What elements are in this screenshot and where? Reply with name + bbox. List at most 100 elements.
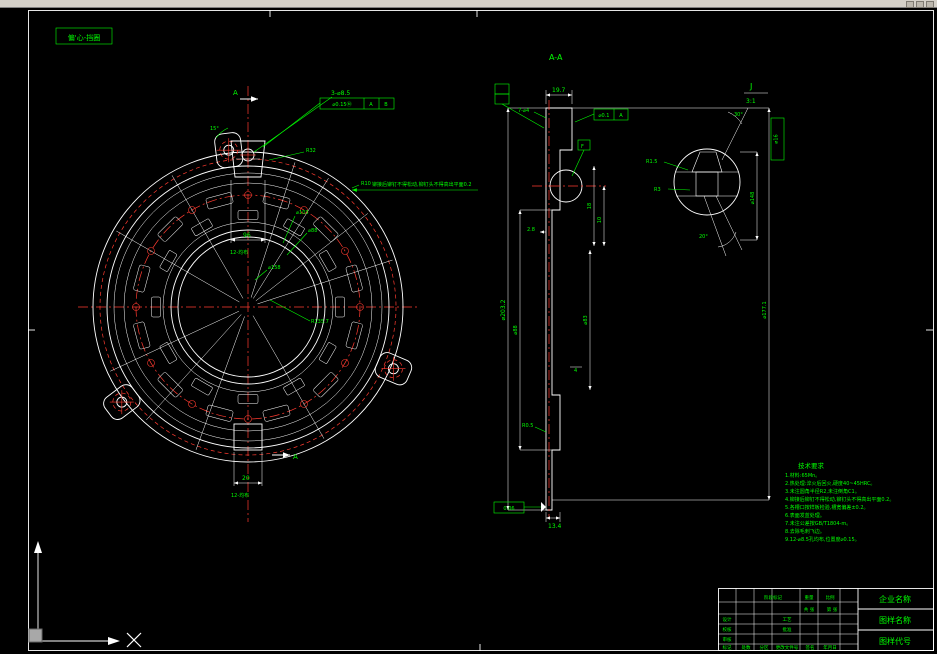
spoke-line	[252, 315, 325, 439]
friction-pad	[262, 404, 291, 422]
note-line: 5.各槽口按样板检验,槽宽偏差±0.2。	[785, 504, 869, 511]
company-name: 企业名称	[879, 594, 911, 604]
note-line: 2.热处理:淬火后回火,硬度40~45HRC。	[785, 480, 875, 487]
tb-cell: 签名	[806, 644, 815, 651]
friction-pad	[345, 264, 363, 293]
tb-cell: 比例	[826, 594, 835, 601]
dim-label: 20	[242, 475, 250, 482]
slot	[159, 342, 177, 364]
fcf-value: 0.06	[503, 506, 514, 512]
tb-cell: 更改文件号	[776, 644, 799, 651]
friction-pad	[157, 216, 183, 242]
dim-label: ⌀158	[268, 265, 281, 271]
window-titlebar	[0, 0, 937, 8]
dim-label: 12-均布	[231, 492, 249, 499]
note-line: 4.铆接后铆钉不得松动,铆钉头不得高出平面0.2。	[785, 496, 894, 503]
note-line: 1.材料:65Mn。	[785, 472, 820, 479]
model-space-marker	[28, 628, 43, 643]
tb-cell: 处数	[742, 644, 751, 651]
spoke-line	[116, 230, 240, 303]
crosshair-cursor	[126, 632, 142, 648]
friction-pad	[205, 404, 234, 422]
fcf-datum: A	[369, 102, 373, 108]
detail-title: J	[749, 82, 752, 91]
fcf-datum: A	[619, 113, 623, 119]
fcf-value: ⌀0.1	[599, 113, 610, 119]
friction-pad	[133, 321, 151, 350]
dim-label: ⌀103	[296, 210, 309, 216]
dim-label: R135.7	[311, 319, 329, 325]
friction-pad	[262, 192, 291, 210]
section-title: A-A	[549, 53, 563, 62]
tb-cell: 标记	[723, 644, 732, 651]
drawing-name: 图样名称	[879, 615, 911, 625]
fcf-datum: B	[384, 102, 388, 108]
tb-cell: 设计	[723, 616, 732, 623]
dim-label: R3	[654, 187, 661, 193]
spoke-line	[146, 314, 242, 421]
view-label-box: 偏'心-挡圈	[55, 27, 113, 45]
friction-pad	[133, 264, 151, 293]
dim-label: 15°	[210, 126, 219, 132]
dim-label: 96	[243, 232, 251, 239]
minimize-button[interactable]	[906, 1, 914, 8]
dim-label: 18	[587, 203, 593, 209]
dim-label: 19.7	[552, 87, 566, 94]
ucs-icon	[34, 541, 120, 645]
dim-label: 13.4	[548, 523, 562, 530]
friction-pad	[157, 372, 183, 398]
drawing-code: 图样代号	[879, 636, 911, 646]
tb-cell: 工艺	[783, 617, 792, 623]
cad-viewport[interactable]: 偏'心-挡圈 A A 3-⌀8.5 ⌀0.15Ⓜ A B R32 R10 铆接后…	[0, 0, 937, 654]
dim-label: 10	[597, 217, 603, 223]
technical-notes: 技术要求 1.材料:65Mn。 2.热处理:淬火后回火,硬度40~45HRC。 …	[785, 461, 894, 543]
front-view: A A 3-⌀8.5 ⌀0.15Ⓜ A B R32 R10 铆接后铆钉不得松动,…	[78, 86, 478, 522]
tb-cell: 第 张	[827, 606, 838, 613]
dim-label: R0.5	[522, 423, 533, 429]
tb-cell: 分区	[760, 644, 769, 651]
drawing-frame	[28, 10, 934, 651]
dim-label: R10	[361, 181, 371, 187]
friction-pad	[313, 372, 339, 398]
note-line: 6.表面发蓝处理。	[785, 512, 825, 519]
spoke-line	[250, 162, 296, 298]
slot	[319, 342, 337, 364]
section-body	[545, 107, 573, 511]
section-arrow-label: A	[293, 453, 298, 461]
note-line: 7.未注公差按GB/T1804-m。	[785, 520, 851, 527]
datum-label: F	[581, 144, 584, 150]
notes-title: 技术要求	[798, 461, 825, 470]
dim-label: 30°	[734, 112, 743, 118]
note-line: 8.去除毛刺飞边。	[785, 528, 825, 535]
friction-pad	[205, 192, 234, 210]
slot	[319, 250, 337, 272]
drawing-canvas[interactable]: 偏'心-挡圈 A A 3-⌀8.5 ⌀0.15Ⓜ A B R32 R10 铆接后…	[0, 0, 937, 654]
fcf-value: ⌀0.15Ⓜ	[332, 101, 351, 108]
friction-pad	[345, 321, 363, 350]
detail-scale: 3:1	[746, 98, 756, 105]
slot	[191, 378, 213, 396]
leader-note: 铆接后铆钉不得松动,铆钉头不得高出平面0.2	[372, 181, 472, 188]
dim-label: ⌀148	[750, 192, 756, 205]
tb-cell: 年月日	[823, 644, 837, 651]
title-block: 企业名称 图样名称 图样代号 设计 校核 审核 工艺 批准 阶段标记 重量 比例…	[718, 588, 934, 651]
window-buttons[interactable]	[906, 1, 934, 8]
dim-label: ⌀203.2	[500, 299, 507, 320]
maximize-button[interactable]	[916, 1, 924, 8]
spoke-line	[171, 175, 244, 299]
dim-label: ⌀177.1	[762, 301, 768, 318]
section-arrow-label: A	[233, 89, 238, 97]
dim-label: ⌀88	[513, 325, 519, 334]
dim-label: ⌀88	[308, 228, 317, 234]
note-line: 3.未注圆角半径R2,未注倒角C1。	[785, 488, 860, 495]
dim-label: ⌀83	[583, 315, 589, 324]
dim-label: 2.8	[527, 227, 535, 233]
tb-cell: 批准	[783, 626, 792, 633]
section-view: A-A 19.7 7-⌀4 ⌀0.1 A F 2.8 18 10 ⌀203.2 …	[493, 53, 771, 530]
dim-label: 20°	[699, 234, 708, 240]
dim-label: 4	[574, 368, 577, 374]
dim-label: R1.5	[646, 159, 657, 165]
dim-label: 12-均布	[230, 249, 248, 256]
close-button[interactable]	[926, 1, 934, 8]
tb-cell: 审核	[723, 636, 732, 643]
